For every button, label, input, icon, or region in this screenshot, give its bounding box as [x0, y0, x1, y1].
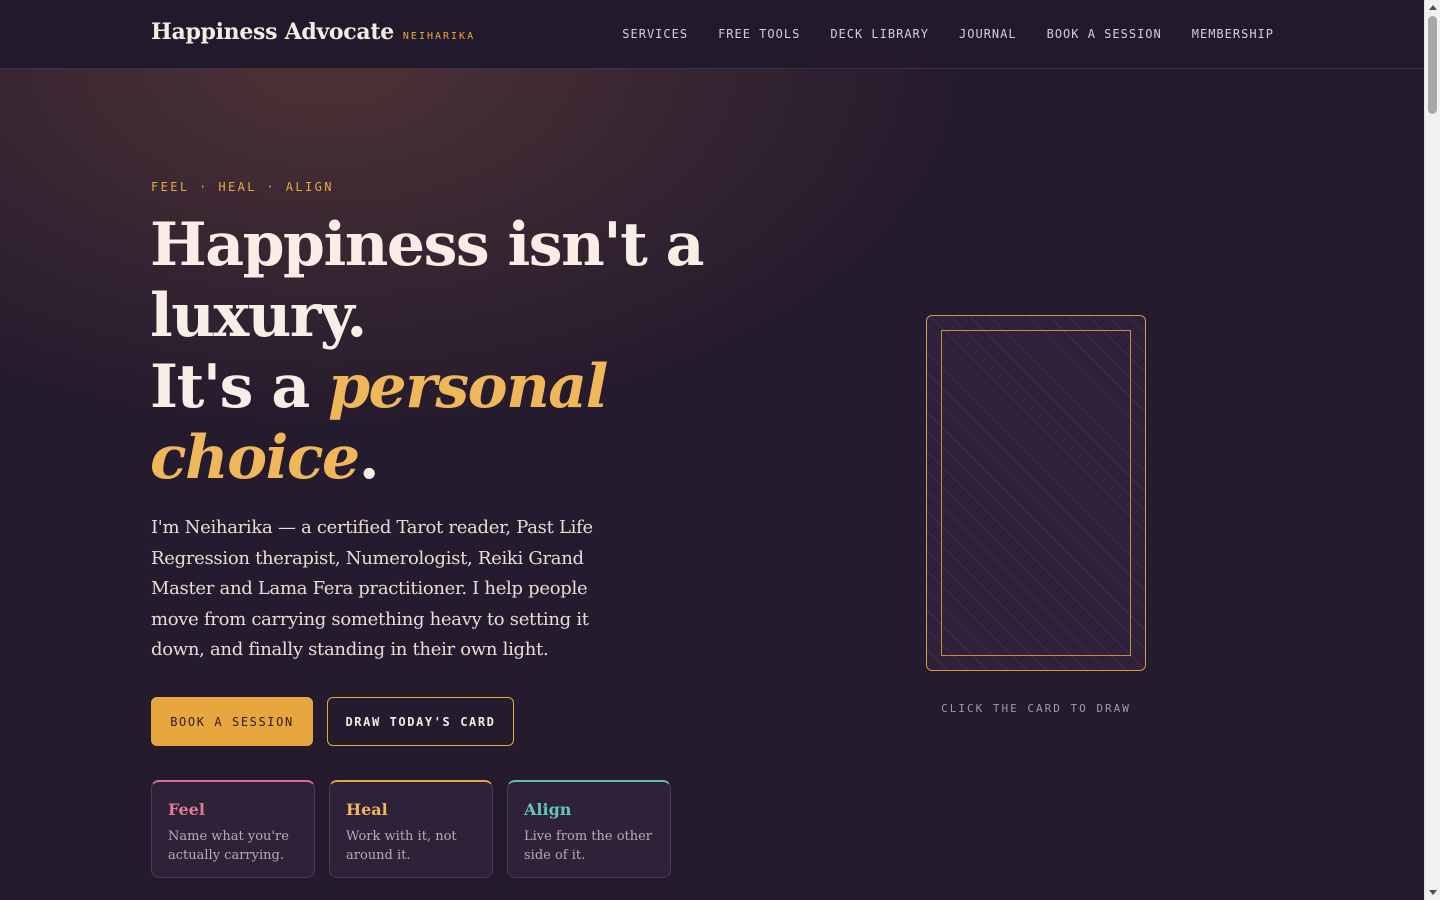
- pillar-text: Work with it, not around it.: [346, 829, 457, 863]
- hero-headline: Happiness isn't a luxury. It's a persona…: [150, 210, 770, 494]
- tarot-card-back[interactable]: [926, 315, 1146, 671]
- main-nav: SERVICES FREE TOOLS DECK LIBRARY JOURNAL…: [622, 27, 1274, 41]
- brand-name[interactable]: Happiness Advocate: [151, 19, 394, 45]
- page: Happiness Advocate NEIHARIKA SERVICES FR…: [0, 0, 1424, 900]
- site-header: Happiness Advocate NEIHARIKA SERVICES FR…: [0, 0, 1424, 69]
- nav-journal[interactable]: JOURNAL: [959, 27, 1017, 41]
- brand-subtitle: NEIHARIKA: [402, 31, 476, 42]
- page-scrollbar[interactable]: [1424, 0, 1440, 900]
- brand[interactable]: Happiness Advocate NEIHARIKA: [151, 19, 475, 45]
- headline-suffix: .: [358, 423, 380, 493]
- headline-line-1: Happiness isn't a luxury.: [150, 210, 705, 351]
- pillar-title: Heal: [346, 800, 388, 819]
- nav-free-tools[interactable]: FREE TOOLS: [718, 27, 800, 41]
- draw-card-button[interactable]: DRAW TODAY'S CARD: [327, 697, 514, 746]
- scroll-up-arrow-icon[interactable]: [1429, 5, 1437, 10]
- hero-intro: I'm Neiharika — a certified Tarot reader…: [151, 517, 593, 660]
- pillar-feel: Feel Name what you're actually carrying.: [151, 780, 315, 878]
- pillar-align: Align Live from the other side of it.: [507, 780, 671, 878]
- pillar-heal: Heal Work with it, not around it.: [329, 780, 493, 878]
- card-hint: CLICK THE CARD TO DRAW: [941, 702, 1131, 715]
- book-session-button[interactable]: BOOK A SESSION: [151, 697, 313, 746]
- pillars: Feel Name what you're actually carrying.…: [151, 780, 671, 878]
- pillar-text: Live from the other side of it.: [524, 829, 653, 863]
- nav-deck-library[interactable]: DECK LIBRARY: [830, 27, 929, 41]
- pillar-title: Align: [524, 800, 572, 819]
- scroll-down-arrow-icon[interactable]: [1429, 890, 1437, 895]
- nav-book-a-session[interactable]: BOOK A SESSION: [1047, 27, 1162, 41]
- headline-line-2-prefix: It's a: [150, 352, 329, 422]
- pillar-text: Name what you're actually carrying.: [168, 829, 289, 863]
- card-inner-border: [941, 330, 1131, 656]
- pillar-title: Feel: [168, 800, 205, 819]
- hero-eyebrow: FEEL · HEAL · ALIGN: [151, 180, 334, 194]
- nav-services[interactable]: SERVICES: [622, 27, 688, 41]
- nav-membership[interactable]: MEMBERSHIP: [1192, 27, 1274, 41]
- scroll-thumb[interactable]: [1428, 16, 1437, 114]
